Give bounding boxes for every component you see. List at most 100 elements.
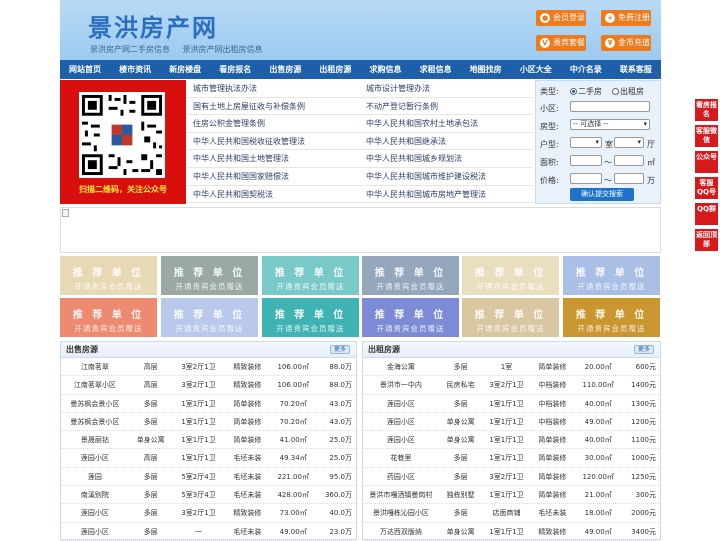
side-wechat[interactable]: 客服微信 bbox=[695, 125, 718, 147]
type-radio-secondhand[interactable]: 二手房 bbox=[570, 86, 602, 97]
rent-community[interactable]: 莲园小区 bbox=[363, 395, 439, 412]
sale-community[interactable]: 莲园小区 bbox=[61, 504, 129, 521]
sale-row[interactable]: 莲园小区 多层 3室2厅1卫 精致装修 73.00㎡ 40.0万 bbox=[61, 504, 356, 523]
side-official-account[interactable]: 公众号 bbox=[695, 151, 718, 173]
rent-community[interactable]: 景洪市一中内 bbox=[363, 376, 439, 393]
ad-tile[interactable]: 推 荐 单 位开通贵宾会员赠送 bbox=[60, 256, 157, 295]
law-link[interactable]: 中华人民共和国契税法 bbox=[187, 186, 360, 203]
hall-select[interactable]: ▾ bbox=[614, 137, 644, 148]
price-min-input[interactable] bbox=[570, 173, 602, 184]
sale-community[interactable]: 曼苏枫会景小区 bbox=[61, 395, 129, 412]
type-radio-rental[interactable]: 出租房 bbox=[612, 86, 644, 97]
law-link[interactable]: 住房公积金管理条例 bbox=[187, 115, 360, 132]
rent-more-button[interactable]: 更多 bbox=[634, 345, 654, 354]
rent-row[interactable]: 景洪市嘎洒镇曼岗村 独栋别墅 1室1厅1卫 简单装修 21.00㎡ 300元 bbox=[363, 486, 660, 505]
sale-row[interactable]: 莲园小区 高层 1室1厅1卫 毛坯未装 49.34㎡ 25.0万 bbox=[61, 449, 356, 468]
law-link[interactable]: 中华人民共和国城乡规划法 bbox=[360, 150, 533, 167]
sublink-secondhand[interactable]: 景洪房产网二手房信息 bbox=[90, 45, 170, 54]
law-link[interactable]: 不动产登记暂行条例 bbox=[360, 98, 533, 115]
ad-tile[interactable]: 推 荐 单 位开通贵宾会员赠送 bbox=[60, 298, 157, 337]
rent-row[interactable]: 万达西双版纳 单身公寓 1室1厅1卫 精致装修 49.00㎡ 3400元 bbox=[363, 523, 660, 541]
ad-tile[interactable]: 推 荐 单 位开通贵宾会员赠送 bbox=[362, 298, 459, 337]
rent-community[interactable]: 花巷里 bbox=[363, 449, 439, 466]
law-link[interactable]: 国有土地上房屋征收与补偿条例 bbox=[187, 98, 360, 115]
housetype-select[interactable]: -- 可选择 -- ▾ bbox=[570, 119, 650, 130]
sale-community[interactable]: 江南茗翠小区 bbox=[61, 376, 129, 393]
nav-item-wanted-rent[interactable]: 求租信息 bbox=[411, 60, 461, 79]
law-link[interactable]: 城市管理执法办法 bbox=[187, 80, 360, 97]
rent-row[interactable]: 莲园小区 单身公寓 1室1厅1卫 简单装修 40.00㎡ 1100元 bbox=[363, 431, 660, 450]
nav-item-new-homes[interactable]: 新房楼盘 bbox=[160, 60, 210, 79]
law-link[interactable]: 中华人民共和国城市维护建设税法 bbox=[360, 168, 533, 185]
rent-row[interactable]: 金海公寓 多层 1室 简单装修 20.00㎡ 600元 bbox=[363, 358, 660, 377]
law-link[interactable]: 中华人民共和国城市房地产管理法 bbox=[360, 186, 533, 203]
ad-tile[interactable]: 推 荐 单 位开通贵宾会员赠送 bbox=[462, 298, 559, 337]
nav-item-communities[interactable]: 小区大全 bbox=[511, 60, 561, 79]
vip-package-button[interactable]: V 贵宾套餐 bbox=[536, 35, 586, 51]
sale-row[interactable]: 曼苏枫会景小区 多层 1室1厅1卫 简单装修 70.20㎡ 43.0万 bbox=[61, 395, 356, 413]
ad-tile[interactable]: 推 荐 单 位开通贵宾会员赠送 bbox=[462, 256, 559, 295]
nav-item-wanted-buy[interactable]: 求购信息 bbox=[360, 60, 410, 79]
ad-tile[interactable]: 推 荐 单 位开通贵宾会员赠送 bbox=[563, 298, 660, 337]
ad-tile[interactable]: 推 荐 单 位开通贵宾会员赠送 bbox=[161, 298, 258, 337]
nav-item-support[interactable]: 联系客服 bbox=[611, 60, 661, 79]
rent-row[interactable]: 花巷里 多层 1室1厅1卫 简单装修 30.00㎡ 1000元 bbox=[363, 449, 660, 468]
nav-item-for-sale[interactable]: 出售房源 bbox=[260, 60, 310, 79]
nav-item-home[interactable]: 网站首页 bbox=[60, 60, 110, 79]
nav-item-map-search[interactable]: 地图找房 bbox=[461, 60, 511, 79]
banner-ad[interactable] bbox=[60, 207, 661, 253]
district-input[interactable] bbox=[570, 101, 650, 112]
rent-community[interactable]: 金海公寓 bbox=[363, 358, 439, 375]
law-link[interactable]: 中华人民共和国土地管理法 bbox=[187, 150, 360, 167]
rent-row[interactable]: 景洪市一中内 民房私宅 3室2厅1卫 中档装修 110.00㎡ 1400元 bbox=[363, 376, 660, 395]
rent-community[interactable]: 药园小区 bbox=[363, 468, 439, 485]
law-link[interactable]: 中华人民共和国继承法 bbox=[360, 133, 533, 150]
rent-community[interactable]: 莲园小区 bbox=[363, 413, 439, 430]
law-link[interactable]: 中华人民共和国农村土地承包法 bbox=[360, 115, 533, 132]
area-max-input[interactable] bbox=[614, 155, 644, 166]
law-link[interactable]: 城市设计管理办法 bbox=[360, 80, 533, 97]
sale-row[interactable]: 景晟丽钻 单身公寓 1室1厅1卫 简单装修 41.00㎡ 25.0万 bbox=[61, 431, 356, 450]
rent-row[interactable]: 莲园小区 单身公寓 1室1厅1卫 中档装修 49.00㎡ 1200元 bbox=[363, 413, 660, 432]
ad-tile[interactable]: 推 荐 单 位开通贵宾会员赠送 bbox=[362, 256, 459, 295]
sale-community[interactable]: 景晟丽钻 bbox=[61, 431, 129, 448]
side-qq-group[interactable]: QQ群 bbox=[695, 203, 718, 225]
sublink-rental[interactable]: 景洪房产网出租房信息 bbox=[183, 45, 263, 54]
sale-community[interactable]: 莲园小区 bbox=[61, 523, 129, 540]
ad-tile[interactable]: 推 荐 单 位开通贵宾会员赠送 bbox=[262, 256, 359, 295]
area-min-input[interactable] bbox=[570, 155, 602, 166]
coin-recharge-button[interactable]: ¥ 金币充值 bbox=[601, 35, 651, 51]
side-viewing-signup[interactable]: 看房报名 bbox=[695, 99, 718, 121]
rent-row[interactable]: 药园小区 多层 3室2厅1卫 简单装修 120.00㎡ 1250元 bbox=[363, 468, 660, 487]
law-link[interactable]: 中华人民共和国税收征收管理法 bbox=[187, 133, 360, 150]
sale-community[interactable]: 曼苏枫会景小区 bbox=[61, 413, 129, 430]
nav-item-viewing-signup[interactable]: 看房报名 bbox=[210, 60, 260, 79]
nav-item-agencies[interactable]: 中介名录 bbox=[561, 60, 611, 79]
rent-community[interactable]: 景洪嘎栋沁园小区 bbox=[363, 504, 439, 521]
sale-community[interactable]: 莲园小区 bbox=[61, 449, 129, 466]
price-max-input[interactable] bbox=[614, 173, 644, 184]
rent-community[interactable]: 莲园小区 bbox=[363, 431, 439, 448]
sale-row[interactable]: 莲园 多层 5室2厅4卫 毛坯未装 221.00㎡ 95.0万 bbox=[61, 468, 356, 487]
sale-row[interactable]: 南溪别院 多层 5室3厅4卫 毛坯未装 428.00㎡ 360.0万 bbox=[61, 486, 356, 505]
room-select[interactable]: ▾ bbox=[570, 137, 602, 148]
search-submit-button[interactable]: 确认提交搜索 bbox=[570, 188, 634, 201]
sale-row[interactable]: 曼苏枫会景小区 多层 1室1厅1卫 简单装修 70.20㎡ 43.0万 bbox=[61, 413, 356, 432]
rent-row[interactable]: 莲园小区 多层 1室1厅1卫 中档装修 40.00㎡ 1300元 bbox=[363, 395, 660, 413]
nav-item-news[interactable]: 楼市资讯 bbox=[110, 60, 160, 79]
sale-row[interactable]: 莲园小区 多层 一 毛坯未装 49.00㎡ 23.0万 bbox=[61, 523, 356, 541]
login-button[interactable]: ● 会员登录 bbox=[536, 10, 586, 26]
sale-community[interactable]: 南溪别院 bbox=[61, 486, 129, 503]
register-button[interactable]: + 免费注册 bbox=[601, 10, 651, 26]
rent-row[interactable]: 景洪嘎栋沁园小区 多层 店面商铺 毛坯未装 18.00㎡ 2000元 bbox=[363, 504, 660, 523]
ad-tile[interactable]: 推 荐 单 位开通贵宾会员赠送 bbox=[563, 256, 660, 295]
sale-row[interactable]: 江南茗翠小区 高层 3室2厅1卫 精致装修 106.00㎡ 88.0万 bbox=[61, 376, 356, 395]
sale-community[interactable]: 江南茗翠 bbox=[61, 358, 129, 375]
sale-community[interactable]: 莲园 bbox=[61, 468, 129, 485]
rent-community[interactable]: 景洪市嘎洒镇曼岗村 bbox=[363, 486, 439, 503]
site-logo[interactable]: 景洪房产网 bbox=[88, 8, 218, 43]
nav-item-for-rent[interactable]: 出租房源 bbox=[310, 60, 360, 79]
sale-row[interactable]: 江南茗翠 高层 3室2厅1卫 精致装修 106.00㎡ 88.0万 bbox=[61, 358, 356, 377]
ad-tile[interactable]: 推 荐 单 位开通贵宾会员赠送 bbox=[262, 298, 359, 337]
law-link[interactable]: 中华人民共和国国家赔偿法 bbox=[187, 168, 360, 185]
